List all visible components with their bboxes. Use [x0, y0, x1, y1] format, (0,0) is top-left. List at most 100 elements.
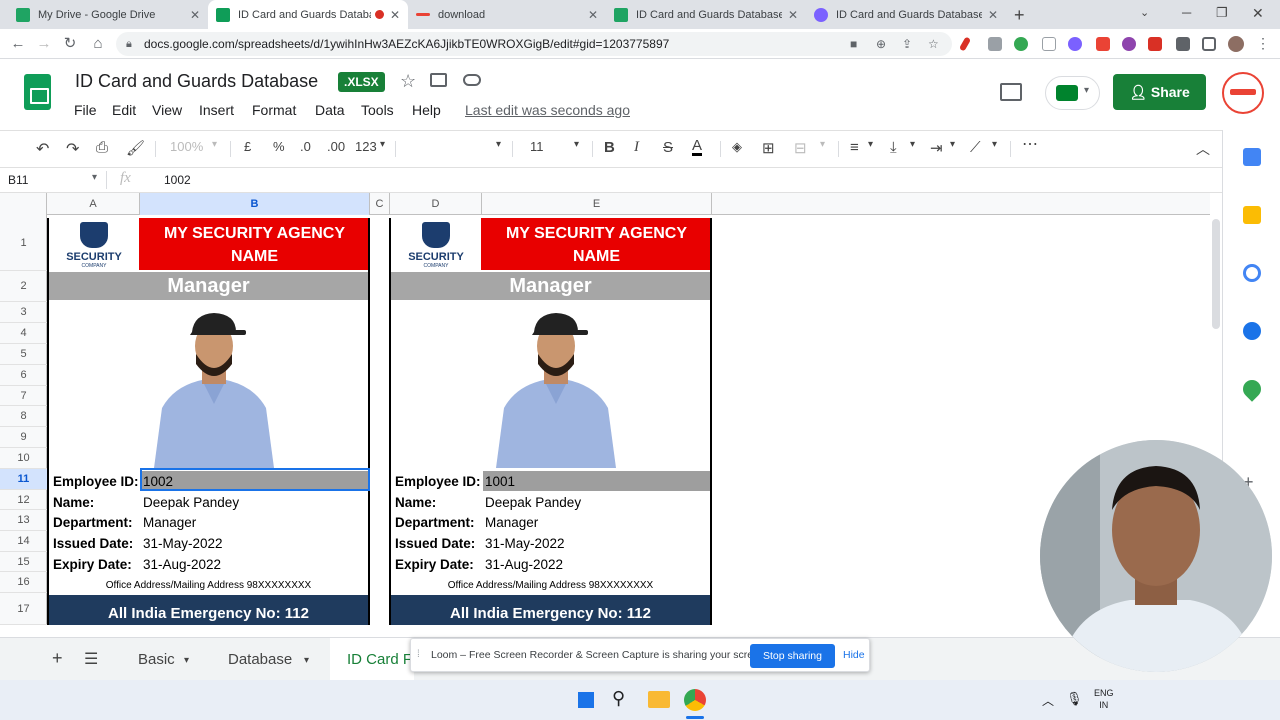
more-icon[interactable]: ⋮ — [1256, 35, 1270, 52]
browser-tab-xlsx-2[interactable]: ID Card and Guards Database.xlsx ✕ — [806, 0, 1006, 29]
row-header[interactable]: 6 — [0, 365, 47, 386]
row-header[interactable]: 8 — [0, 406, 47, 427]
column-header-a[interactable]: A — [47, 193, 140, 215]
fill-color-icon[interactable]: ◈ — [732, 139, 748, 154]
text-color-button[interactable]: A — [692, 138, 703, 156]
zoom-select[interactable]: 100% — [170, 139, 203, 154]
text-wrap-icon[interactable]: ⇥ — [930, 139, 943, 157]
minimize-icon[interactable]: ─ — [1182, 5, 1191, 20]
row-header[interactable]: 15 — [0, 552, 47, 572]
document-title[interactable]: ID Card and Guards Database — [75, 71, 318, 92]
row-header[interactable]: 9 — [0, 427, 47, 448]
home-icon[interactable]: ⌂ — [88, 34, 108, 54]
meet-button[interactable]: ▾ — [1045, 76, 1100, 110]
borders-icon[interactable]: ⊞ — [762, 139, 775, 157]
increase-decimal-button[interactable]: .00 — [327, 139, 345, 154]
chevron-down-icon[interactable]: ▾ — [304, 655, 309, 666]
text-rotation-icon[interactable]: ⟋ — [970, 139, 981, 156]
formula-input[interactable]: 1002 — [164, 173, 191, 187]
row-header[interactable]: 4 — [0, 323, 47, 344]
search-icon[interactable]: ⚲ — [612, 688, 625, 709]
menu-help[interactable]: Help — [412, 102, 441, 118]
move-folder-icon[interactable] — [430, 73, 447, 87]
decrease-decimal-button[interactable]: .0 — [300, 139, 311, 154]
row-header[interactable]: 10 — [0, 448, 47, 469]
comment-icon[interactable] — [1000, 83, 1022, 101]
print-icon[interactable]: ⎙ — [96, 139, 108, 156]
selected-cell[interactable] — [140, 468, 370, 491]
menu-data[interactable]: Data — [315, 102, 345, 118]
row-header[interactable]: 7 — [0, 386, 47, 406]
sheet-tab-id-card[interactable]: ID Card F — [347, 651, 412, 668]
close-icon[interactable]: ✕ — [788, 8, 798, 22]
calendar-icon[interactable] — [1243, 148, 1261, 166]
merge-cells-icon[interactable]: ⊟ — [794, 139, 807, 157]
language-indicator[interactable]: ENG IN — [1094, 687, 1114, 711]
stop-sharing-button[interactable]: Stop sharing — [750, 644, 835, 668]
chevron-up-icon[interactable]: ︿ — [1042, 692, 1054, 709]
windows-start-icon[interactable] — [576, 690, 596, 710]
account-avatar[interactable] — [1222, 72, 1264, 114]
drag-handle-icon[interactable]: ⁞ — [417, 649, 420, 660]
zoom-icon[interactable]: ⊕ — [876, 32, 886, 56]
collapse-toolbar-icon[interactable]: ︿ — [1196, 139, 1210, 159]
chevron-down-icon[interactable]: ▾ — [184, 655, 189, 666]
font-size-select[interactable]: 11 — [530, 139, 544, 154]
row-header[interactable]: 3 — [0, 302, 47, 323]
close-icon[interactable]: ✕ — [190, 8, 200, 22]
font-family-dropdown[interactable]: ▾ — [496, 139, 501, 150]
maximize-icon[interactable]: ❐ — [1216, 5, 1228, 21]
menu-file[interactable]: File — [74, 102, 97, 118]
star-icon[interactable]: ☆ — [928, 32, 939, 56]
browser-tab-drive[interactable]: My Drive - Google Drive ✕ — [8, 0, 208, 29]
chevron-down-icon[interactable]: ▾ — [92, 172, 97, 183]
column-header-c[interactable]: C — [370, 193, 390, 215]
row-header[interactable]: 5 — [0, 344, 47, 365]
menu-format[interactable]: Format — [252, 102, 296, 118]
italic-button[interactable]: I — [634, 139, 639, 156]
name-box[interactable]: B11 — [8, 173, 28, 187]
all-sheets-icon[interactable]: ☰ — [84, 649, 98, 669]
puzzle-icon[interactable] — [1176, 37, 1190, 51]
row-header[interactable]: 17 — [0, 593, 47, 625]
paint-format-icon[interactable]: 🖌︎ — [126, 139, 145, 157]
extension-icon[interactable] — [1122, 37, 1136, 51]
extension-icon[interactable] — [1096, 37, 1110, 51]
menu-tools[interactable]: Tools — [361, 102, 394, 118]
row-header[interactable]: 12 — [0, 490, 47, 510]
star-icon[interactable]: ☆ — [400, 71, 416, 92]
bold-button[interactable]: B — [604, 139, 615, 156]
row-header[interactable]: 16 — [0, 572, 47, 593]
row-header[interactable]: 11 — [0, 469, 47, 490]
contacts-icon[interactable] — [1243, 322, 1261, 340]
share-button[interactable]: 👤︎ Share — [1113, 74, 1206, 110]
align-left-icon[interactable]: ≡ — [850, 139, 859, 156]
close-icon[interactable]: ✕ — [588, 8, 598, 22]
column-header-b[interactable]: B — [140, 193, 370, 215]
sheet-grid[interactable]: SECURITY COMPANY MY SECURITY AGENCY NAME… — [47, 215, 1210, 625]
chrome-icon[interactable] — [684, 689, 706, 711]
browser-tab-sheet-active[interactable]: ID Card and Guards Database ✕ — [208, 0, 408, 29]
close-icon[interactable]: ✕ — [390, 8, 400, 22]
column-header-e[interactable]: E — [482, 193, 712, 215]
extension-icon[interactable] — [1042, 37, 1056, 51]
new-tab-icon[interactable]: + — [1014, 5, 1025, 26]
close-icon[interactable]: ✕ — [988, 8, 998, 22]
camera-icon[interactable]: ■ — [850, 32, 857, 56]
last-edit-link[interactable]: Last edit was seconds ago — [465, 102, 630, 118]
menu-view[interactable]: View — [152, 102, 182, 118]
browser-tab-xlsx[interactable]: ID Card and Guards Database.xlsx ✕ — [606, 0, 806, 29]
add-sheet-icon[interactable]: + — [52, 648, 63, 669]
redo-icon[interactable]: ↷ — [66, 139, 79, 159]
row-header[interactable]: 1 — [0, 215, 47, 271]
strikethrough-button[interactable]: S — [663, 139, 673, 156]
menu-edit[interactable]: Edit — [112, 102, 136, 118]
currency-button[interactable]: £ — [244, 139, 251, 154]
row-header[interactable]: 13 — [0, 510, 47, 531]
pen-extension-icon[interactable] — [958, 36, 972, 52]
row-header[interactable]: 14 — [0, 531, 47, 552]
sheet-tab-basic[interactable]: Basic — [138, 651, 175, 668]
sheets-logo-icon[interactable] — [24, 74, 51, 110]
chevron-down-icon[interactable]: ⌄ — [1140, 6, 1149, 19]
extension-icon[interactable] — [1014, 37, 1028, 51]
